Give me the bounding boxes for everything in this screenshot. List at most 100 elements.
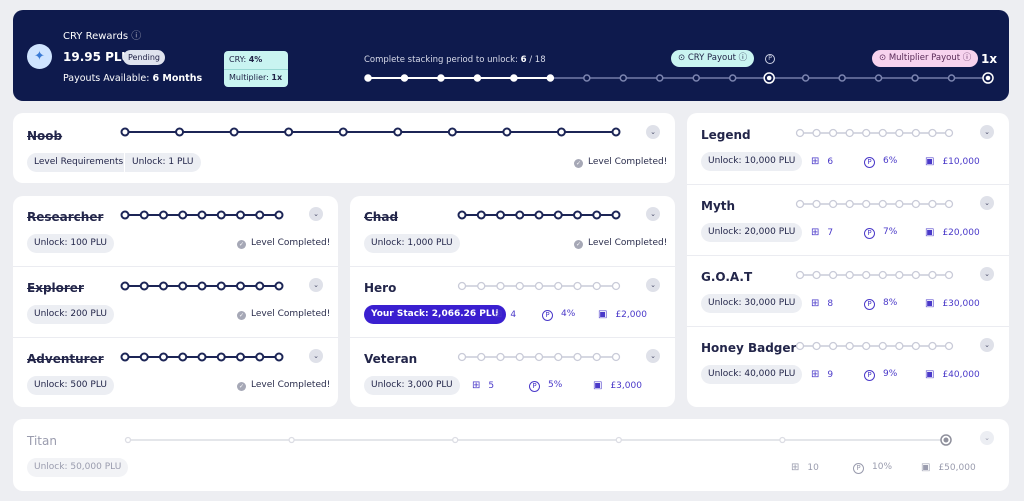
gift-icon: ⊞	[811, 369, 820, 380]
mystery-box-count: ⊞ 9	[811, 369, 834, 380]
reward-percent: P 5%	[529, 380, 562, 392]
track-node-complete	[473, 74, 482, 82]
track-node	[338, 127, 348, 137]
track-node	[812, 341, 821, 351]
level-track	[795, 341, 954, 351]
track-node	[496, 352, 505, 362]
track-node-pending	[619, 74, 628, 82]
unlock-chip: Unlock: 50,000 PLU	[27, 458, 129, 477]
track-node-complete	[437, 74, 445, 82]
track-node-complete	[510, 74, 518, 82]
track-node	[159, 352, 168, 362]
unlock-chip: Unlock: 3,000 PLU	[364, 376, 460, 395]
chevron-down-icon[interactable]: ⌄	[309, 349, 323, 363]
gbp-value: ▣ £40,000	[925, 369, 980, 380]
track-node	[284, 127, 294, 137]
track-node	[274, 352, 284, 362]
track-node-pending	[838, 74, 846, 82]
percent-icon: P	[864, 370, 875, 381]
track-node-pending	[692, 74, 700, 82]
track-node	[120, 352, 130, 362]
track-node	[795, 341, 805, 351]
gbp-value: ▣ £3,000	[593, 380, 642, 391]
stacking-progress-track	[364, 72, 994, 84]
chevron-down-icon[interactable]: ⌄	[646, 125, 660, 139]
track-node	[197, 352, 207, 362]
track-node-final-dot	[943, 437, 949, 443]
track-node-pending	[728, 74, 737, 82]
level-completed: ✓ Level Completed!	[574, 157, 668, 168]
chevron-down-icon[interactable]: ⌄	[646, 349, 660, 363]
track-node	[288, 436, 295, 444]
track-node-pending	[656, 74, 664, 82]
level-requirements-chip: Level Requirements	[27, 153, 131, 172]
track-node	[236, 352, 245, 362]
check-icon: ✓	[574, 159, 583, 168]
track-node	[447, 127, 457, 137]
unlock-chip: Unlock: 1 PLU	[124, 153, 201, 172]
track-node	[120, 127, 130, 137]
cry-rewards-banner: ✦ CRY Rewards ⓘ 19.95 PLU Pending Payout…	[13, 10, 1009, 101]
track-node	[457, 352, 467, 362]
calendar-icon: ▣	[593, 380, 603, 391]
track-node	[229, 127, 239, 137]
track-node	[911, 341, 921, 351]
track-node	[573, 352, 582, 362]
level-card-noob: Noob ⌄ Level Requirements Unlock: 1 PLU …	[13, 113, 675, 183]
track-node	[556, 127, 566, 137]
track-node	[255, 352, 265, 362]
milestone-node-dot	[985, 75, 991, 81]
track-node	[928, 341, 937, 351]
track-node-pending	[947, 74, 956, 82]
track-node	[862, 341, 871, 351]
level-card-group-middle: Chad ⌄ Unlock: 1,000 PLU ✓ Level Complete…	[350, 196, 675, 407]
chevron-down-icon[interactable]: ⌄	[980, 338, 994, 352]
milestone-node-dot	[766, 75, 772, 81]
track-node	[779, 436, 786, 444]
track-node	[592, 352, 601, 362]
track-node-complete	[546, 74, 555, 82]
track-node-pending	[801, 74, 810, 82]
level-completed: ✓ Level Completed!	[237, 380, 331, 391]
track-node	[477, 352, 486, 362]
calendar-icon: ▣	[925, 369, 935, 380]
track-node	[878, 341, 887, 351]
track-node-pending	[874, 74, 883, 82]
level-card-group-right: Legend ⌄ Unlock: 10,000 PLU ⊞ 6 P 6% ▣ £10,…	[687, 113, 1009, 407]
track-node-pending	[911, 74, 919, 82]
track-node	[845, 341, 854, 351]
track-node	[515, 352, 524, 362]
chevron-down-icon[interactable]: ⌄	[980, 431, 994, 445]
level-track	[124, 434, 952, 446]
track-node	[828, 341, 838, 351]
track-node-complete	[400, 74, 409, 82]
gbp-value: ▣ £50,000	[921, 462, 976, 473]
reward-percent: P 10%	[853, 462, 892, 474]
track-node	[554, 352, 563, 362]
calendar-icon: ▣	[921, 462, 931, 473]
gift-icon: ⊞	[472, 380, 481, 391]
level-track	[120, 127, 621, 137]
level-card-group-left: Researcher ⌄ Unlock: 100 PLU ✓ Level Comp…	[13, 196, 338, 407]
percent-icon: P	[529, 381, 540, 392]
track-node	[534, 352, 544, 362]
track-node	[178, 352, 188, 362]
unlock-chip: Unlock: 40,000 PLU	[701, 365, 803, 384]
track-node-pending	[583, 74, 591, 82]
track-node	[611, 127, 621, 137]
track-node	[944, 341, 954, 351]
reward-percent: P 9%	[864, 369, 897, 381]
unlock-chip: Unlock: 500 PLU	[27, 376, 114, 395]
track-node	[124, 436, 132, 444]
mystery-box-count: ⊞ 5	[472, 380, 495, 391]
track-node	[216, 352, 226, 362]
track-node	[139, 352, 149, 362]
track-node-complete	[364, 74, 372, 82]
track-node	[175, 127, 185, 137]
check-icon: ✓	[237, 382, 246, 391]
track-node	[393, 127, 403, 137]
track-node	[895, 341, 904, 351]
track-node	[611, 352, 621, 362]
mystery-box-count: ⊞ 10	[791, 462, 819, 473]
level-card-titan: Titan ⌄ Unlock: 50,000 PLU ⊞ 10 P 10% ▣ £50…	[13, 419, 1009, 491]
